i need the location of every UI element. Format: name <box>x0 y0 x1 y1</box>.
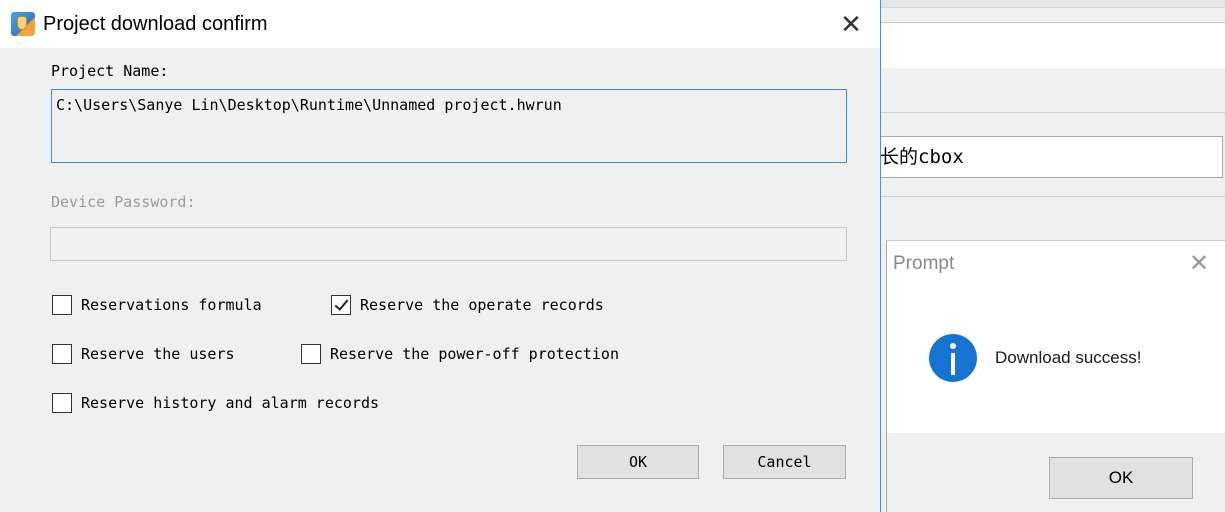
option-label: Reserve history and alarm records <box>81 394 380 412</box>
option-label: Reserve the users <box>81 345 235 363</box>
info-icon <box>929 334 977 382</box>
prompt-title: Prompt <box>893 253 955 274</box>
close-icon[interactable]: ✕ <box>836 11 866 39</box>
prompt-dialog: Prompt ✕ Download success! OK <box>886 240 1225 512</box>
background-divider <box>880 112 1225 113</box>
checkbox-reserve-operate-records[interactable] <box>331 295 351 315</box>
background-divider-2 <box>880 196 1225 197</box>
option-reserve-users[interactable]: Reserve the users <box>52 344 235 364</box>
prompt-footer: OK <box>887 433 1225 512</box>
option-reservations-formula[interactable]: Reservations formula <box>52 295 262 315</box>
project-name-label: Project Name: <box>51 62 169 80</box>
ok-button[interactable]: OK <box>577 445 699 479</box>
cancel-button[interactable]: Cancel <box>723 445 846 479</box>
dialog-titlebar[interactable]: Project download confirm ✕ <box>0 0 880 48</box>
project-name-field[interactable]: C:\Users\Sanye Lin\Desktop\Runtime\Unnam… <box>51 89 847 163</box>
prompt-close-icon[interactable]: ✕ <box>1187 252 1211 277</box>
device-password-field[interactable] <box>50 227 847 261</box>
option-label: Reserve the power-off protection <box>330 345 619 363</box>
option-reserve-operate-records[interactable]: Reserve the operate records <box>331 295 604 315</box>
device-password-label: Device Password: <box>51 193 196 211</box>
checkbox-reservations-formula[interactable] <box>52 295 72 315</box>
checkbox-reserve-users[interactable] <box>52 344 72 364</box>
dialog-title: Project download confirm <box>43 13 268 35</box>
background-toolbar-strip <box>880 0 1225 8</box>
option-label: Reservations formula <box>81 296 262 314</box>
option-label: Reserve the operate records <box>360 296 604 314</box>
app-icon <box>11 12 35 36</box>
prompt-ok-button[interactable]: OK <box>1049 457 1193 499</box>
background-text-field[interactable]: 长的cbox <box>880 136 1223 178</box>
prompt-message: Download success! <box>995 348 1142 367</box>
checkbox-reserve-history-alarm[interactable] <box>52 393 72 413</box>
option-reserve-history-alarm[interactable]: Reserve history and alarm records <box>52 393 379 413</box>
background-panel <box>880 22 1225 68</box>
project-download-dialog: Project download confirm ✕ Project Name:… <box>0 0 881 512</box>
checkbox-reserve-power-off[interactable] <box>301 344 321 364</box>
option-reserve-power-off[interactable]: Reserve the power-off protection <box>301 344 619 364</box>
